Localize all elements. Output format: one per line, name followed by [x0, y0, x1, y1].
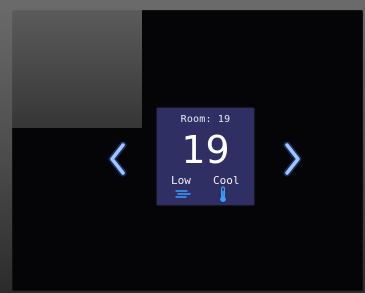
thermometer-icon [220, 186, 226, 202]
set-temperature-value[interactable]: 19 [157, 128, 254, 172]
fan-speed-label[interactable]: Low [171, 174, 191, 187]
screen-glare [12, 10, 142, 128]
thermostat-screen: Room: 19 19 Low Cool [12, 10, 363, 291]
previous-button[interactable] [106, 140, 130, 178]
fan-speed-icon [175, 190, 191, 198]
next-button[interactable] [280, 140, 304, 178]
chevron-right-icon [283, 141, 302, 177]
room-temperature-label: Room: 19 [180, 114, 231, 125]
thermostat-card: Room: 19 19 Low Cool [157, 108, 254, 205]
chevron-left-icon [108, 141, 127, 177]
device-bezel: Room: 19 19 Low Cool [0, 0, 365, 293]
